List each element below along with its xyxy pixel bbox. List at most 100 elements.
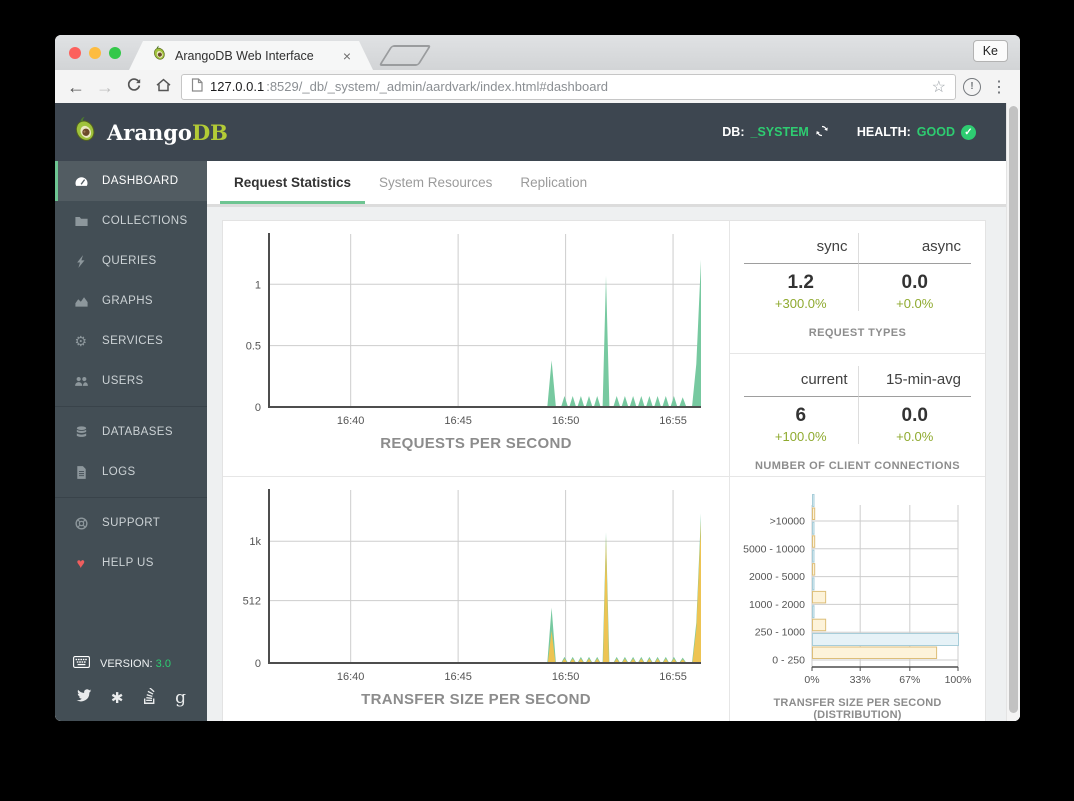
stackoverflow-icon[interactable] [142,688,156,708]
social-links: ✱ g [55,688,207,708]
stat-caption: NUMBER OF CLIENT CONNECTIONS [744,460,971,472]
main-area: Request Statistics System Resources Repl… [207,161,1020,721]
svg-text:16:50: 16:50 [552,415,580,427]
svg-text:16:55: 16:55 [659,671,687,683]
sidebar-divider [55,497,207,498]
svg-text:33%: 33% [850,674,871,686]
header-status: DB: _SYSTEM HEALTH: GOOD ✓ [722,124,1004,141]
sidebar-item-label: LOGS [102,466,136,478]
svg-text:67%: 67% [899,674,920,686]
browser-tabstrip: ArangoDB Web Interface × Ke [55,35,1020,70]
new-tab-button[interactable] [378,45,431,66]
heart-icon: ♥ [73,556,89,570]
dashboard-panel: 00.5116:4016:4516:5016:55 REQUESTS PER S… [222,220,986,721]
svg-text:1000 - 2000: 1000 - 2000 [749,599,805,611]
svg-text:5000 - 10000: 5000 - 10000 [743,543,805,555]
back-icon[interactable]: ← [65,77,87,97]
stat-value: 6 [744,405,858,427]
sidebar-item-support[interactable]: SUPPORT [55,503,207,543]
health-value: GOOD [917,125,955,139]
google-icon[interactable]: g [175,688,186,708]
page-scrollbar [1006,103,1020,721]
tab-request-statistics[interactable]: Request Statistics [220,161,365,204]
arangodb-logo: ArangoDB [71,116,228,148]
life-ring-icon [73,516,89,531]
twitter-icon[interactable] [76,689,92,707]
sidebar-item-queries[interactable]: QUERIES [55,241,207,281]
url-path: :8529/_db/_system/_admin/aardvark/index.… [266,79,608,94]
stat-value: 0.0 [859,272,972,294]
close-window-button[interactable] [69,47,81,59]
sidebar-item-collections[interactable]: COLLECTIONS [55,201,207,241]
svg-text:>10000: >10000 [770,516,805,528]
request-stats-panel: sync async 1.2 +300.0% 0.0 +0.0% [730,221,985,477]
stat-sync: 1.2 +300.0% [744,264,858,311]
sidebar-item-label: COLLECTIONS [102,215,188,227]
browser-menu-icon[interactable]: ⋮ [988,77,1010,97]
browser-tab[interactable]: ArangoDB Web Interface × [129,41,373,70]
database-icon [73,425,89,440]
stat-15-min-avg: 0.0 +0.0% [858,397,972,444]
sidebar-item-services[interactable]: ⚙ SERVICES [55,321,207,361]
sidebar-item-label: DASHBOARD [102,175,178,187]
bookmark-star-icon[interactable]: ☆ [932,77,946,97]
stat-header-async: async [858,233,972,264]
svg-text:512: 512 [243,596,261,608]
bolt-icon [73,254,89,269]
file-icon [73,465,89,480]
svg-text:0.5: 0.5 [246,341,261,353]
sidebar-footer: VERSION: 3.0 ✱ g [55,656,207,721]
zoom-window-button[interactable] [109,47,121,59]
stat-header-15-min-avg: 15-min-avg [858,366,972,397]
stat-value: 0.0 [859,405,972,427]
gears-icon: ⚙ [73,334,89,348]
keyboard-icon [73,656,90,671]
stat-delta: +300.0% [744,296,858,311]
home-icon[interactable] [152,77,174,97]
svg-text:0%: 0% [804,674,819,686]
chart-title: TRANSFER SIZE PER SECOND [223,691,729,708]
url-bar[interactable]: 127.0.0.1:8529/_db/_system/_admin/aardva… [181,74,956,100]
stat-delta: +0.0% [859,296,972,311]
sidebar-item-logs[interactable]: LOGS [55,452,207,492]
svg-text:1: 1 [255,279,261,291]
sidebar-item-label: SERVICES [102,335,163,347]
sidebar-item-label: USERS [102,375,144,387]
reload-icon[interactable] [123,77,145,97]
request-types-block: sync async 1.2 +300.0% 0.0 +0.0% [730,221,985,353]
sidebar-item-databases[interactable]: DATABASES [55,412,207,452]
tab-replication[interactable]: Replication [506,161,601,204]
stat-header-current: current [744,366,858,397]
transfer-size-plot: 05121k16:4016:4516:5016:55 [223,477,729,685]
profile-button[interactable]: Ke [973,40,1008,62]
window-controls [69,47,121,59]
svg-text:1k: 1k [249,536,261,548]
sidebar-item-graphs[interactable]: GRAPHS [55,281,207,321]
stat-current: 6 +100.0% [744,397,858,444]
version-value: 3.0 [156,658,171,670]
stat-value: 1.2 [744,272,858,294]
requests-per-second-chart: 00.5116:4016:4516:5016:55 REQUESTS PER S… [223,221,730,477]
tab-close-icon[interactable]: × [343,49,351,63]
sidebar-item-label: QUERIES [102,255,157,267]
requests-per-second-plot: 00.5116:4016:4516:5016:55 [223,221,729,429]
sidebar-item-users[interactable]: USERS [55,361,207,401]
tab-title: ArangoDB Web Interface [175,49,314,63]
stat-delta: +100.0% [744,429,858,444]
tab-system-resources[interactable]: System Resources [365,161,506,204]
sidebar-item-help-us[interactable]: ♥ HELP US [55,543,207,583]
refresh-icon[interactable] [815,124,829,141]
scrollbar-thumb[interactable] [1009,106,1018,713]
client-connections-block: current 15-min-avg 6 +100.0% 0.0 +0.0% [730,353,985,477]
stat-header-sync: sync [744,233,858,264]
page-icon [191,78,203,95]
db-selector[interactable]: DB: _SYSTEM [722,124,829,141]
community-gear-icon[interactable]: ✱ [111,689,124,707]
svg-text:16:45: 16:45 [444,415,472,427]
svg-text:0: 0 [255,402,261,414]
sidebar-item-label: GRAPHS [102,295,153,307]
sidebar-item-dashboard[interactable]: DASHBOARD [55,161,207,201]
extension-icon[interactable]: ! [963,78,981,96]
minimize-window-button[interactable] [89,47,101,59]
favicon-avocado-icon [151,45,167,66]
